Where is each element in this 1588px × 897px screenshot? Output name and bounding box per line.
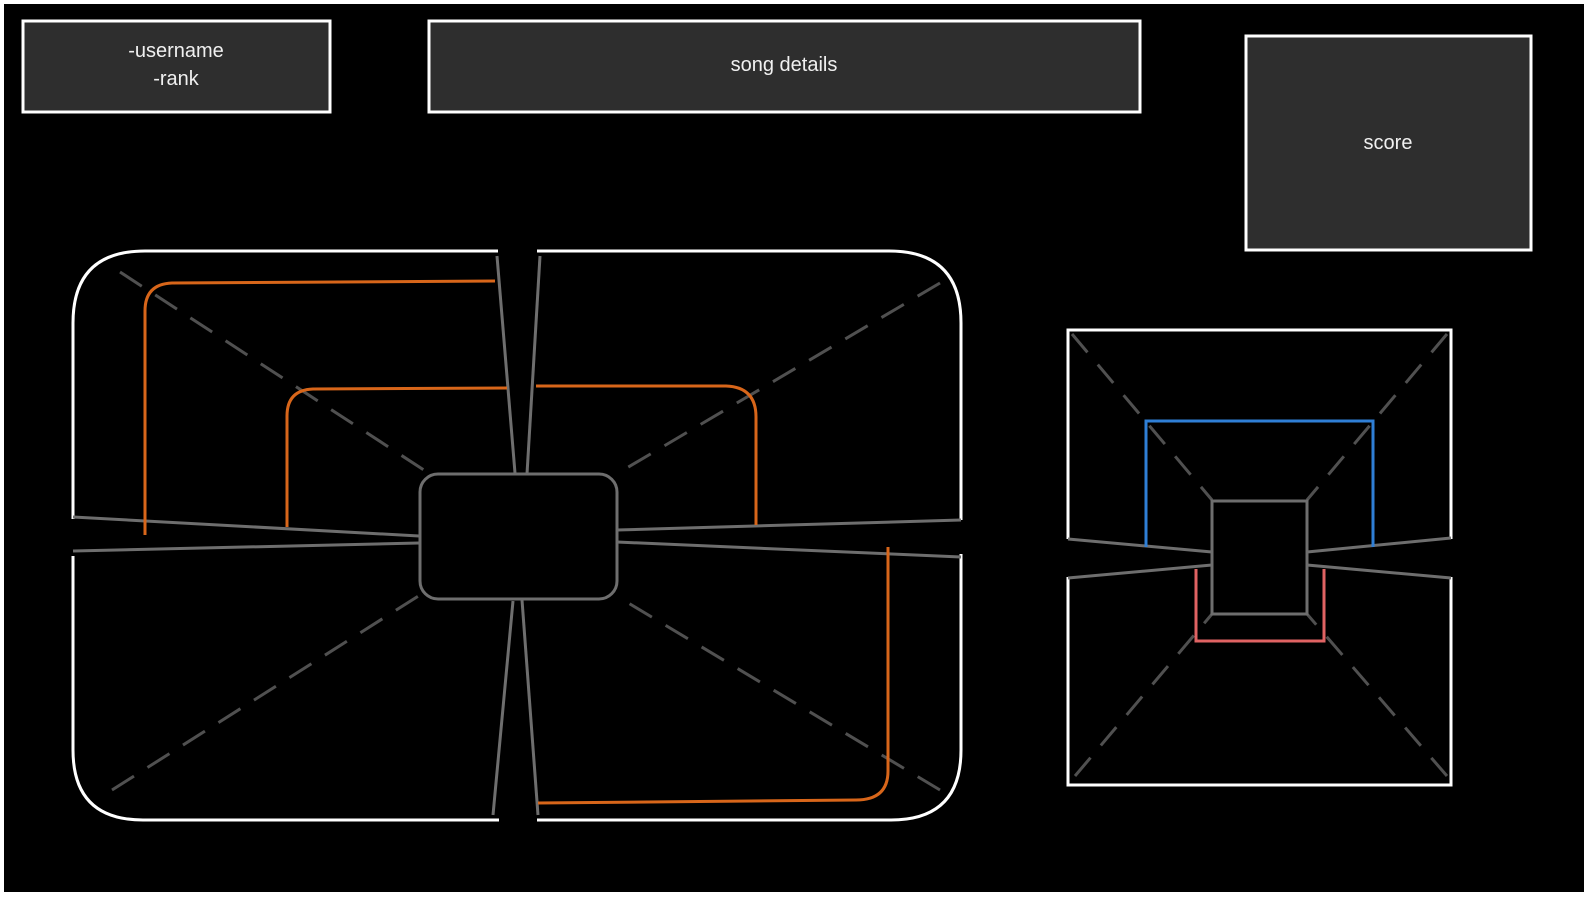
song-details-label: song details [731,54,838,76]
user-info-box [21,19,332,114]
score-label: score [1364,132,1413,154]
score-panel: score [1244,34,1533,252]
user-info-panel: -username -rank [21,19,332,114]
username-label: -username [128,40,224,62]
rhythm-game-wireframe: -username -rank song details score [4,4,1584,892]
song-details-panel: song details [427,19,1142,114]
main-center-hub [418,472,619,601]
side-center-hub [1210,499,1309,616]
rank-label: -rank [153,68,200,90]
